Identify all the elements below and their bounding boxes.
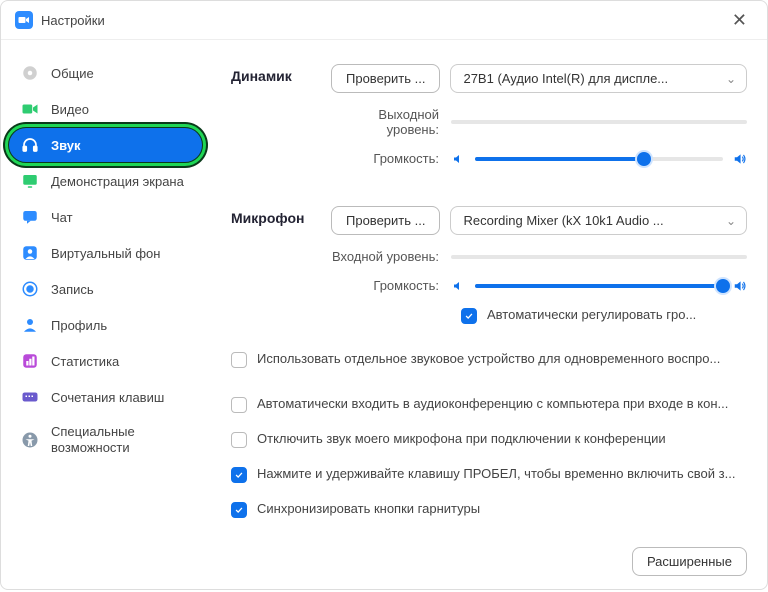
sidebar-item-recording[interactable]: Запись — [9, 272, 202, 306]
sidebar-item-label: Запись — [51, 282, 94, 297]
sidebar-item-shortcuts[interactable]: Сочетания клавиш — [9, 380, 202, 414]
mic-device-value: Recording Mixer (kX 10k1 Audio ... — [463, 213, 663, 228]
speaker-device-value: 27B1 (Аудио Intel(R) для диспле... — [463, 71, 668, 86]
mic-input-level-label: Входной уровень: — [331, 249, 451, 264]
mic-input-meter — [451, 255, 747, 259]
sidebar-item-statistics[interactable]: Статистика — [9, 344, 202, 378]
sidebar-item-accessibility[interactable]: Специальные возможности — [9, 416, 202, 463]
sidebar-item-label: Виртуальный фон — [51, 246, 160, 261]
speaker-output-meter — [451, 120, 747, 124]
window-title: Настройки — [41, 13, 105, 28]
auto-join-audio-label[interactable]: Автоматически входить в аудиоконференцию… — [257, 396, 747, 411]
sync-headset-checkbox[interactable] — [231, 502, 247, 518]
headphones-icon — [21, 136, 39, 154]
profile-icon — [21, 316, 39, 334]
advanced-button[interactable]: Расширенные — [632, 547, 747, 576]
sidebar-item-label: Сочетания клавиш — [51, 390, 164, 405]
volume-high-icon — [733, 152, 747, 166]
sidebar-item-label: Специальные возможности — [51, 424, 190, 455]
push-to-talk-checkbox[interactable] — [231, 467, 247, 483]
zoom-app-icon — [15, 11, 33, 29]
volume-high-icon — [733, 279, 747, 293]
share-screen-icon — [21, 172, 39, 190]
auto-gain-checkbox[interactable] — [461, 308, 477, 324]
sidebar-item-video[interactable]: Видео — [9, 92, 202, 126]
mute-on-join-label[interactable]: Отключить звук моего микрофона при подкл… — [257, 431, 747, 446]
chat-icon — [21, 208, 39, 226]
sidebar-item-label: Видео — [51, 102, 89, 117]
sidebar-item-chat[interactable]: Чат — [9, 200, 202, 234]
volume-low-icon — [451, 153, 465, 165]
sidebar-item-label: Профиль — [51, 318, 107, 333]
close-icon[interactable]: ✕ — [726, 9, 753, 31]
sidebar-item-label: Чат — [51, 210, 73, 225]
speaker-section-label: Динамик — [231, 64, 331, 180]
mute-on-join-checkbox[interactable] — [231, 432, 247, 448]
push-to-talk-label[interactable]: Нажмите и удерживайте клавишу ПРОБЕЛ, чт… — [257, 466, 747, 481]
separate-device-checkbox[interactable] — [231, 352, 247, 368]
sidebar-item-audio[interactable]: Звук — [9, 128, 202, 162]
chevron-down-icon: ⌄ — [726, 72, 736, 86]
sidebar-item-profile[interactable]: Профиль — [9, 308, 202, 342]
sidebar-item-label: Статистика — [51, 354, 119, 369]
auto-join-audio-checkbox[interactable] — [231, 397, 247, 413]
video-icon — [21, 100, 39, 118]
auto-gain-label[interactable]: Автоматически регулировать гро... — [487, 307, 747, 322]
separate-device-label[interactable]: Использовать отдельное звуковое устройст… — [257, 351, 747, 366]
speaker-volume-slider[interactable] — [475, 157, 723, 161]
gear-icon — [21, 64, 39, 82]
settings-content: Динамик Проверить ... 27B1 (Аудио Intel(… — [211, 40, 767, 592]
mic-volume-slider[interactable] — [475, 284, 723, 288]
speaker-output-level-label: Выходной уровень: — [331, 107, 451, 137]
record-icon — [21, 280, 39, 298]
volume-low-icon — [451, 280, 465, 292]
mic-device-select[interactable]: Recording Mixer (kX 10k1 Audio ... ⌄ — [450, 206, 747, 235]
sidebar-item-label: Звук — [51, 138, 81, 153]
mic-volume-label: Громкость: — [331, 278, 451, 293]
mic-section-label: Микрофон — [231, 206, 331, 333]
accessibility-icon — [21, 431, 39, 449]
sync-headset-label[interactable]: Синхронизировать кнопки гарнитуры — [257, 501, 747, 516]
keyboard-icon — [21, 388, 39, 406]
sidebar-item-label: Демонстрация экрана — [51, 174, 184, 189]
virtual-bg-icon — [21, 244, 39, 262]
statistics-icon — [21, 352, 39, 370]
sidebar-item-virtual-bg[interactable]: Виртуальный фон — [9, 236, 202, 270]
sidebar: Общие Видео Звук Демонстрация экрана Чат… — [1, 40, 211, 592]
chevron-down-icon: ⌄ — [726, 214, 736, 228]
sidebar-item-label: Общие — [51, 66, 94, 81]
test-mic-button[interactable]: Проверить ... — [331, 206, 440, 235]
sidebar-item-share-screen[interactable]: Демонстрация экрана — [9, 164, 202, 198]
test-speaker-button[interactable]: Проверить ... — [331, 64, 440, 93]
speaker-device-select[interactable]: 27B1 (Аудио Intel(R) для диспле... ⌄ — [450, 64, 747, 93]
sidebar-item-general[interactable]: Общие — [9, 56, 202, 90]
speaker-volume-label: Громкость: — [331, 151, 451, 166]
